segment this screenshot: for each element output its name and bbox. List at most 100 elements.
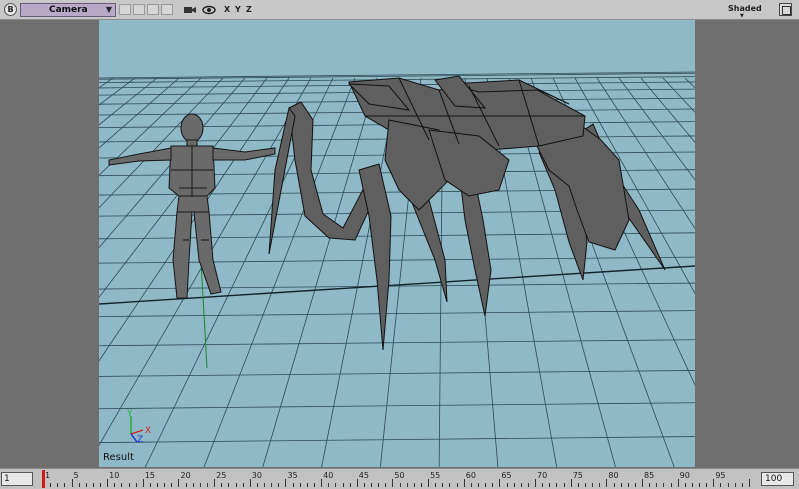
timeline-tick bbox=[584, 483, 586, 487]
timeline-tick bbox=[634, 483, 636, 487]
timeline-tick bbox=[506, 483, 508, 487]
playhead-marker[interactable] bbox=[42, 470, 45, 488]
timeline-tick bbox=[321, 479, 323, 487]
timeline-tick bbox=[513, 483, 515, 487]
timeline-tick-label: 35 bbox=[287, 471, 298, 480]
timeline-tick bbox=[328, 483, 330, 487]
timeline-tick bbox=[92, 483, 94, 487]
timeline-tick bbox=[71, 479, 73, 487]
timeline-tick bbox=[727, 483, 729, 487]
viewport-menu-button[interactable]: B bbox=[4, 3, 17, 16]
timeline-tick bbox=[691, 483, 693, 487]
chevron-down-icon: ▼ bbox=[105, 5, 112, 14]
timeline-tick bbox=[185, 483, 187, 487]
timeline-tick-label: 55 bbox=[430, 471, 441, 480]
timeline-tick bbox=[356, 479, 358, 487]
timeline-tick-label: 60 bbox=[465, 471, 476, 480]
gizmo-y-label: Y bbox=[126, 409, 133, 419]
timeline-tick-label: 50 bbox=[394, 471, 405, 480]
scene-canvas: Y X Z bbox=[99, 71, 695, 467]
timeline-tick bbox=[656, 483, 658, 487]
timeline-tick-label: 80 bbox=[608, 471, 619, 480]
timeline-tick bbox=[428, 479, 430, 487]
timeline-tick bbox=[85, 483, 87, 487]
timeline-tick bbox=[164, 483, 166, 487]
spider-mesh[interactable] bbox=[268, 75, 666, 351]
timeline-tick-label: 65 bbox=[501, 471, 512, 480]
timeline-tick bbox=[100, 483, 102, 487]
3d-viewport[interactable]: Y X Z Result bbox=[99, 20, 695, 467]
timeline-tick bbox=[478, 483, 479, 487]
timeline-tick bbox=[435, 483, 437, 487]
timeline-tick bbox=[734, 483, 736, 487]
timeline-tick bbox=[420, 483, 422, 487]
timeline-tick bbox=[178, 479, 180, 487]
viewport-result-label: Result bbox=[103, 452, 134, 463]
axis-y-toggle[interactable]: Y bbox=[235, 5, 241, 14]
timeline-tick bbox=[535, 479, 537, 487]
timeline-tick bbox=[285, 479, 287, 487]
timeline-tick bbox=[749, 479, 750, 487]
axis-x-toggle[interactable]: X bbox=[224, 5, 230, 14]
caret-down-icon: ▼ bbox=[740, 13, 744, 19]
toolbar-slot-2[interactable] bbox=[133, 4, 145, 15]
timeline-tick bbox=[78, 483, 80, 487]
timeline-tick bbox=[235, 483, 237, 487]
timeline-tick bbox=[399, 483, 401, 487]
timeline-tick bbox=[549, 483, 551, 487]
toolbar-slot-3[interactable] bbox=[147, 4, 159, 15]
eye-icon[interactable] bbox=[202, 3, 216, 17]
grid-line bbox=[99, 370, 695, 377]
timeline-tick bbox=[713, 479, 715, 487]
camera-label: Camera bbox=[49, 5, 88, 15]
grid-line bbox=[99, 339, 695, 347]
timeline-tick bbox=[363, 483, 365, 487]
timeline-tick bbox=[577, 483, 579, 487]
toolbar-slot-4[interactable] bbox=[161, 4, 173, 15]
timeline-tick bbox=[371, 483, 373, 487]
timeline-tick bbox=[599, 483, 601, 487]
maximize-icon[interactable] bbox=[779, 3, 792, 16]
timeline-tick-label: 75 bbox=[572, 471, 583, 480]
app-window: B Camera ▼ X Y Z Shaded ▼ Y X Z Result 1… bbox=[0, 0, 799, 489]
timeline-tick bbox=[149, 483, 151, 487]
camera-icon[interactable] bbox=[183, 3, 197, 17]
timeline-tick bbox=[563, 483, 565, 487]
timeline-tick bbox=[442, 483, 444, 487]
timeline-tick bbox=[249, 479, 251, 487]
start-frame-field[interactable]: 1 bbox=[1, 472, 33, 486]
timeline-tick bbox=[492, 483, 494, 487]
timeline-tick bbox=[385, 483, 387, 487]
timeline-tick bbox=[720, 483, 722, 487]
timeline-tick bbox=[413, 483, 415, 487]
shading-mode-dropdown[interactable]: Shaded bbox=[728, 4, 762, 13]
timeline-tick-label: 1 bbox=[45, 471, 51, 480]
camera-dropdown[interactable]: Camera ▼ bbox=[20, 3, 116, 17]
timeline-tick-label: 25 bbox=[216, 471, 227, 480]
toolbar-slot-1[interactable] bbox=[119, 4, 131, 15]
end-frame-field[interactable]: 100 bbox=[761, 472, 794, 486]
timeline-tick bbox=[470, 483, 472, 487]
timeline-tick bbox=[228, 483, 230, 487]
gizmo-z-label: Z bbox=[137, 435, 143, 445]
timeline-tick bbox=[292, 483, 294, 487]
timeline-tick-label: 15 bbox=[144, 471, 156, 480]
timeline-tick bbox=[50, 483, 52, 487]
timeline-tick bbox=[527, 483, 529, 487]
timeline-tick bbox=[456, 483, 458, 487]
timeline-ruler[interactable]: 1 5 10 15 20 25 30 35 40 45 50 55 60 65 70 75 80 85 90 95 bbox=[37, 469, 755, 489]
timeline-tick bbox=[677, 479, 679, 487]
timeline-tick bbox=[271, 483, 273, 487]
axis-z-toggle[interactable]: Z bbox=[246, 5, 252, 14]
timeline-tick-label: 10 bbox=[109, 471, 120, 480]
timeline-tick bbox=[706, 483, 708, 487]
timeline-tick bbox=[335, 483, 337, 487]
timeline-tick bbox=[114, 483, 116, 487]
grid-line bbox=[99, 282, 695, 290]
timeline-tick bbox=[463, 479, 465, 487]
timeline-tick bbox=[499, 479, 501, 487]
timeline-tick bbox=[449, 483, 451, 487]
timeline-tick bbox=[171, 483, 173, 487]
timeline-tick bbox=[221, 483, 223, 487]
timeline-tick bbox=[670, 483, 672, 487]
